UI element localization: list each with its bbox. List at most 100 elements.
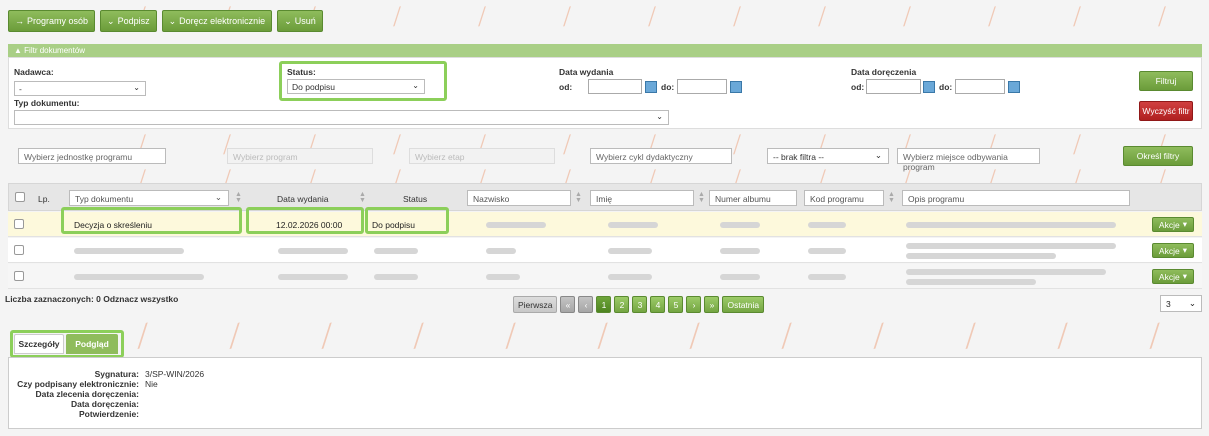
sort-icon[interactable]: ▲ ▼ [235, 191, 242, 204]
table-row[interactable]: Akcje ▾ [8, 238, 1202, 263]
etap-input[interactable]: Wybierz etap [409, 148, 555, 164]
lp-header: Lp. [38, 194, 50, 204]
redacted-cell [906, 269, 1106, 275]
calendar-icon[interactable] [1008, 81, 1020, 93]
data-wydania-od-input[interactable] [588, 79, 642, 94]
podpisany-value: Nie [145, 379, 158, 389]
watermark-mark: ∕ [985, 2, 998, 31]
chevron-down-icon: ⌄ [656, 112, 663, 121]
sygnatura-value: 3/SP-WIN/2026 [145, 369, 205, 379]
status-cell-highlight [365, 207, 449, 234]
watermark-mark: ∕ [1070, 2, 1083, 31]
nazwisko-filter[interactable]: Nazwisko [467, 190, 571, 206]
select-all-checkbox[interactable] [15, 192, 25, 202]
okresl-filtry-button[interactable]: Określ filtry [1123, 146, 1193, 166]
data-zlecenia-label: Data zlecenia doręczenia: [35, 389, 139, 399]
cykl-dydaktyczny-input[interactable]: Wybierz cykl dydaktyczny [590, 148, 732, 164]
watermark-mark: ∕ [815, 2, 828, 31]
first-page-button[interactable]: Pierwsza [513, 296, 558, 313]
chevron-down-icon: ⌄ [168, 15, 177, 26]
redacted-cell [374, 274, 418, 280]
page-5-button[interactable]: 5 [668, 296, 684, 313]
watermark-mark: ∕ [778, 318, 795, 355]
data-doreczenia-od-input[interactable] [866, 79, 921, 94]
data-doreczenia-label: Data doręczenia [851, 67, 917, 77]
selection-count[interactable]: Liczba zaznaczonych: 0 Odznacz wszystko [5, 294, 178, 304]
last-arrow-button[interactable]: » [704, 296, 720, 313]
kod-programu-filter[interactable]: Kod programu [804, 190, 884, 206]
watermark-mark: ∕ [870, 318, 887, 355]
filter-panel: Nadawca: - ⌄ Typ dokumentu: ⌄ Status: Do… [8, 57, 1202, 129]
redacted-cell [906, 253, 1056, 259]
sort-icon[interactable]: ▲ ▼ [888, 191, 895, 204]
sygnatura-label: Sygnatura: [94, 369, 139, 379]
sort-icon[interactable]: ▲ ▼ [575, 191, 582, 204]
akcje-button[interactable]: Akcje ▾ [1151, 269, 1194, 284]
page-3-button[interactable]: 3 [632, 296, 648, 313]
row-checkbox[interactable] [14, 245, 24, 255]
program-input[interactable]: Wybierz program [227, 148, 373, 164]
page-4-button[interactable]: 4 [650, 296, 666, 313]
next-page-button[interactable]: › [686, 296, 702, 313]
sort-icon[interactable]: ▲ ▼ [698, 191, 705, 204]
imie-filter[interactable]: Imię [590, 190, 694, 206]
watermark-mark: ∕ [318, 318, 335, 355]
opis-programu-filter[interactable]: Opis programu [902, 190, 1130, 206]
filtruj-button[interactable]: Filtruj [1139, 71, 1193, 91]
do-label: do: [939, 82, 953, 92]
redacted-cell [808, 274, 846, 280]
per-page-select[interactable]: 3 ⌄ [1160, 295, 1202, 312]
watermark-mark: ∕ [730, 2, 743, 31]
typ-dokumentu-select[interactable]: ⌄ [14, 110, 669, 125]
brak-filtra-select[interactable]: -- brak filtra -- ⌄ [767, 148, 889, 164]
potwierdzenie-label: Potwierdzenie: [79, 409, 139, 419]
usun-button[interactable]: ⌄ Usuń [277, 10, 323, 32]
od-label: od: [851, 82, 865, 92]
akcje-button[interactable]: Akcje ▾ [1151, 217, 1194, 232]
redacted-cell [906, 222, 1116, 228]
typ-dokumentu-label: Typ dokumentu: [14, 98, 80, 108]
redacted-cell [608, 222, 658, 228]
caret-down-icon: ▾ [1182, 245, 1187, 255]
akcje-button[interactable]: Akcje ▾ [1151, 243, 1194, 258]
row-checkbox[interactable] [14, 219, 24, 229]
redacted-cell [808, 248, 846, 254]
redacted-cell [486, 248, 516, 254]
watermark-mark: ∕ [1146, 318, 1163, 355]
dorecz-elektronicznie-button[interactable]: ⌄ Doręcz elektronicznie [161, 10, 273, 32]
calendar-icon[interactable] [923, 81, 935, 93]
sort-icon[interactable]: ▲ ▼ [359, 191, 366, 204]
caret-down-icon: ▾ [1182, 219, 1187, 229]
typ-dokumentu-filter[interactable]: Typ dokumentu ⌄ [69, 190, 229, 206]
watermark-mark: ∕ [502, 318, 519, 355]
last-page-button[interactable]: Ostatnia [722, 296, 765, 313]
redacted-cell [74, 248, 184, 254]
nadawca-select[interactable]: - ⌄ [14, 81, 146, 96]
redacted-cell [278, 274, 348, 280]
data-wydania-do-input[interactable] [677, 79, 727, 94]
row-checkbox[interactable] [14, 271, 24, 281]
page-1-button[interactable]: 1 [596, 296, 612, 313]
tabs-highlight [10, 330, 124, 358]
calendar-icon[interactable] [645, 81, 657, 93]
table-row[interactable]: Akcje ▾ [8, 264, 1202, 289]
jednostka-programu-input[interactable]: Wybierz jednostkę programu [18, 148, 166, 164]
filter-header[interactable]: ▲ Filtr dokumentów [8, 44, 1202, 57]
data-doreczenia-do-input[interactable] [955, 79, 1005, 94]
redacted-cell [374, 248, 418, 254]
watermark-mark: ∕ [1155, 2, 1168, 31]
numer-albumu-filter[interactable]: Numer albumu [709, 190, 797, 206]
wyczysc-filtr-button[interactable]: Wyczyść filtr [1139, 101, 1193, 121]
first-arrow-button[interactable]: « [560, 296, 576, 313]
details-panel: Sygnatura: 3/SP-WIN/2026 Czy podpisany e… [8, 357, 1202, 429]
miejsce-odbywania-input[interactable]: Wybierz miejsce odbywania program [897, 148, 1040, 172]
redacted-cell [74, 274, 204, 280]
page-2-button[interactable]: 2 [614, 296, 630, 313]
prev-page-button[interactable]: ‹ [578, 296, 594, 313]
status-highlight [279, 61, 447, 101]
calendar-icon[interactable] [730, 81, 742, 93]
podpisz-button[interactable]: ⌄ Podpisz [100, 10, 157, 32]
data-doreczenia-label: Data doręczenia: [70, 399, 139, 409]
redacted-cell [278, 248, 348, 254]
programy-osob-button[interactable]: → Programy osób [8, 10, 96, 32]
